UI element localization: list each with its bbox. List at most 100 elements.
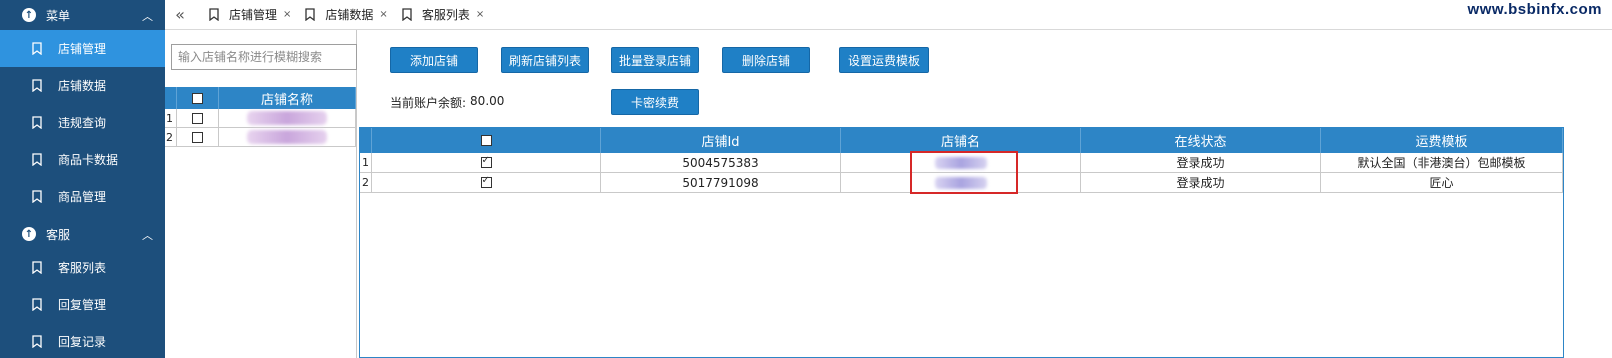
store-name-cell (219, 128, 356, 146)
store-id-cell: 5004575383 (601, 153, 841, 172)
table-row[interactable]: 1 5004575383 登录成功 默认全国（非港澳台）包邮模板 (360, 153, 1563, 173)
row-checkbox-cell (177, 128, 219, 146)
close-icon[interactable]: × (283, 9, 291, 20)
bookmark-icon (32, 335, 42, 348)
shipping-template-cell: 匠心 (1321, 173, 1563, 192)
sidebar-group-label: 客服 (46, 227, 71, 242)
table-row[interactable]: 2 5017791098 登录成功 匠心 (360, 173, 1563, 193)
sidebar: ↑ 菜单 ︿ 店铺管理 店铺数据 违规查询 商品卡数据 商品管理 ↑ 客服 ︿ … (0, 0, 165, 358)
bookmark-icon (305, 8, 316, 21)
row-checkbox[interactable] (480, 155, 492, 168)
sidebar-item-label: 商品管理 (58, 190, 107, 204)
close-icon[interactable]: × (476, 9, 484, 20)
table-row[interactable]: 1 (165, 109, 356, 128)
set-shipping-template-button[interactable]: 设置运费模板 (839, 47, 929, 73)
tab-label: 店铺管理 (229, 8, 278, 22)
refresh-store-list-button[interactable]: 刷新店铺列表 (501, 47, 589, 73)
row-index: 1 (165, 109, 177, 127)
row-checkbox-cell (177, 109, 219, 127)
store-name-header[interactable]: 店铺名 (841, 128, 1081, 153)
store-mini-table: 店铺名称 1 2 (165, 87, 356, 147)
chevron-up-icon[interactable]: ︿ (142, 8, 153, 24)
arrow-up-circle-icon: ↑ (22, 8, 36, 22)
row-checkbox-cell (372, 173, 601, 192)
store-table: 店铺Id 店铺名 在线状态 运费模板 1 5004575383 登录成功 默认全… (359, 127, 1564, 358)
sidebar-item-label: 客服列表 (58, 261, 107, 275)
row-index: 2 (165, 128, 177, 146)
bookmark-icon (32, 298, 42, 311)
row-index: 2 (360, 173, 372, 192)
tab-store-management[interactable]: 店铺管理 × (209, 6, 291, 23)
row-index: 1 (360, 153, 372, 172)
store-id-cell: 5017791098 (601, 173, 841, 192)
sidebar-group-label: 菜单 (46, 8, 71, 23)
close-icon[interactable]: × (379, 9, 387, 20)
sidebar-item-product-card-data[interactable]: 商品卡数据 (0, 141, 165, 178)
select-all-cell (372, 128, 601, 153)
add-store-button[interactable]: 添加店铺 (390, 47, 478, 73)
row-checkbox[interactable] (192, 112, 203, 124)
table-header: 店铺Id 店铺名 在线状态 运费模板 (360, 128, 1563, 153)
tab-bar: « 店铺管理 × 店铺数据 × 客服列表 × www.bsbinfx.com (165, 0, 1612, 30)
shipping-template-header[interactable]: 运费模板 (1321, 128, 1563, 153)
arrow-up-circle-icon: ↑ (22, 227, 36, 241)
balance-value: 80.00 (470, 94, 505, 108)
sidebar-item-label: 商品卡数据 (58, 153, 119, 167)
account-balance: 当前账户余额: 80.00 (390, 94, 504, 111)
bookmark-icon (32, 153, 42, 166)
bookmark-icon (32, 190, 42, 203)
bookmark-icon (32, 116, 42, 129)
table-header: 店铺名称 (165, 87, 356, 109)
select-all-checkbox[interactable] (192, 92, 203, 104)
redacted-store-name (934, 176, 987, 189)
sidebar-group-menu[interactable]: ↑ 菜单 ︿ (0, 0, 165, 30)
redacted-store-name (247, 111, 327, 125)
row-checkbox[interactable] (192, 131, 203, 143)
store-id-header[interactable]: 店铺Id (601, 128, 841, 153)
bookmark-icon (32, 261, 42, 274)
store-name-cell (841, 153, 1081, 172)
sidebar-item-violation-query[interactable]: 违规查询 (0, 104, 165, 141)
sidebar-item-store-management[interactable]: 店铺管理 (0, 30, 165, 67)
sidebar-item-label: 违规查询 (58, 116, 107, 130)
table-row[interactable]: 2 (165, 128, 356, 147)
delete-store-button[interactable]: 删除店铺 (722, 47, 810, 73)
tab-cs-list[interactable]: 客服列表 × (402, 6, 484, 23)
store-name-header: 店铺名称 (219, 87, 356, 109)
sidebar-item-reply-records[interactable]: 回复记录 (0, 323, 165, 358)
store-search-input[interactable] (171, 44, 357, 70)
card-renew-button[interactable]: 卡密续费 (611, 89, 699, 115)
bookmark-icon (209, 8, 219, 21)
select-all-checkbox[interactable] (480, 135, 492, 146)
sidebar-item-cs-list[interactable]: 客服列表 (0, 249, 165, 286)
batch-login-button[interactable]: 批量登录店铺 (611, 47, 699, 73)
tab-label: 店铺数据 (325, 8, 374, 22)
select-all-cell (177, 87, 219, 109)
sidebar-item-label: 回复管理 (58, 298, 107, 312)
store-name-cell (219, 109, 356, 127)
index-header (360, 128, 372, 153)
bookmark-icon (32, 42, 42, 55)
store-list-panel: 店铺名称 1 2 (165, 30, 357, 358)
store-name-cell (841, 173, 1081, 192)
redacted-store-name (934, 156, 987, 169)
online-status-header[interactable]: 在线状态 (1081, 128, 1321, 153)
chevron-up-icon[interactable]: ︿ (142, 227, 153, 243)
row-checkbox-cell (372, 153, 601, 172)
index-header (165, 87, 177, 109)
tab-store-data[interactable]: 店铺数据 × (305, 6, 388, 23)
row-checkbox[interactable] (480, 175, 492, 188)
sidebar-item-product-management[interactable]: 商品管理 (0, 178, 165, 215)
sidebar-group-customer-service[interactable]: ↑ 客服 ︿ (0, 219, 165, 249)
sidebar-item-reply-management[interactable]: 回复管理 (0, 286, 165, 323)
bookmark-icon (32, 79, 42, 92)
sidebar-item-label: 回复记录 (58, 335, 107, 349)
online-status-cell: 登录成功 (1081, 173, 1321, 192)
sidebar-item-store-data[interactable]: 店铺数据 (0, 67, 165, 104)
shipping-template-cell: 默认全国（非港澳台）包邮模板 (1321, 153, 1563, 172)
tab-label: 客服列表 (421, 8, 470, 22)
bookmark-icon (402, 8, 412, 21)
sidebar-item-label: 店铺管理 (58, 42, 107, 56)
redacted-store-name (247, 130, 327, 144)
collapse-sidebar-icon[interactable]: « (165, 5, 195, 24)
